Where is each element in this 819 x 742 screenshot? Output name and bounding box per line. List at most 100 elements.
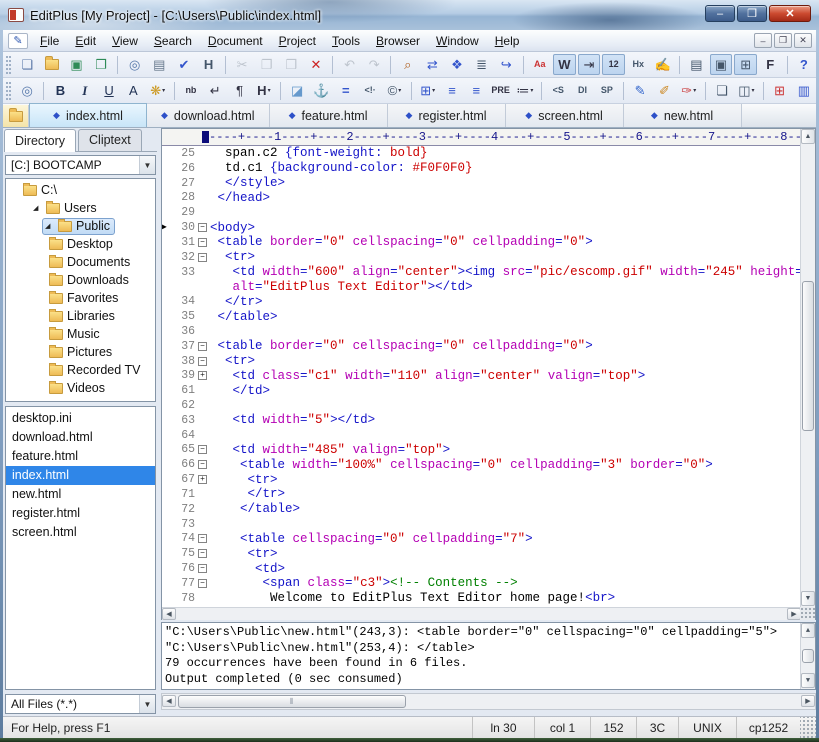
paste-button[interactable]: ❒ [280, 54, 303, 75]
color-palette-button[interactable]: ❋▾ [147, 80, 169, 101]
editor-resize-corner[interactable] [800, 607, 815, 620]
minimize-button[interactable]: – [705, 5, 735, 22]
code-line-38[interactable]: 38− <tr> [162, 354, 801, 369]
title-bar[interactable]: EditPlus [My Project] - [C:\Users\Public… [0, 0, 819, 30]
fold-toggle-icon[interactable]: + [195, 475, 210, 484]
span-tag-button[interactable]: SP [596, 80, 618, 101]
menu-file[interactable]: File [32, 31, 67, 51]
new-file-button[interactable]: ❏ [16, 54, 39, 75]
scroll-left-icon[interactable]: ◀ [162, 608, 176, 620]
code-line-74[interactable]: 74− <table cellspacing="0" cellpadding="… [162, 532, 801, 547]
code-line-73[interactable]: 73 [162, 517, 801, 532]
table-button[interactable]: ⊞▾ [417, 80, 439, 101]
hex-viewer-button[interactable]: Hx [627, 54, 650, 75]
code-line-35[interactable]: 35 </table> [162, 309, 801, 324]
code-line-64[interactable]: 64 [162, 428, 801, 443]
directory-window-button[interactable]: ▣ [710, 54, 733, 75]
code-line-29[interactable]: 29 [162, 205, 801, 220]
menu-window[interactable]: Window [428, 31, 487, 51]
strikethrough-tag-button[interactable]: <S [547, 80, 569, 101]
editor-vscroll-thumb[interactable] [802, 281, 814, 431]
tree-item-documents[interactable]: Documents [6, 253, 155, 271]
tile-windows-button[interactable]: ▥ [793, 80, 815, 101]
tree-item-c-[interactable]: C:\ [6, 181, 155, 199]
non-breaking-space-button[interactable]: nb [180, 80, 202, 101]
output-window[interactable]: "C:\Users\Public\new.html"(243,3): <tabl… [161, 622, 816, 690]
code-line-wrap[interactable]: alt="EditPlus Text Editor"></td> [162, 279, 801, 294]
menu-browser[interactable]: Browser [368, 31, 428, 51]
chevron-down-icon[interactable]: ▼ [139, 156, 155, 174]
file-item-screen-html[interactable]: screen.html [6, 523, 155, 542]
heading-button[interactable]: H▾ [253, 80, 275, 101]
document-list-button[interactable]: ≣ [470, 54, 493, 75]
menu-edit[interactable]: Edit [67, 31, 104, 51]
document-system-icon[interactable]: ✎ [8, 33, 28, 49]
fold-box[interactable]: − [198, 460, 207, 469]
file-item-register-html[interactable]: register.html [6, 504, 155, 523]
code-line-66[interactable]: 66− <table width="100%" cellspacing="0" … [162, 457, 801, 472]
mdi-restore-button[interactable]: ❐ [774, 33, 792, 48]
menu-document[interactable]: Document [200, 31, 271, 51]
output-vertical-scrollbar[interactable]: ▲ ▼ [800, 623, 815, 689]
chevron-down-icon[interactable]: ▼ [139, 695, 155, 713]
fold-toggle-icon[interactable]: − [195, 253, 210, 262]
code-line-28[interactable]: 28 </head> [162, 190, 801, 205]
code-line-63[interactable]: 63 <td width="5"></td> [162, 413, 801, 428]
fold-box[interactable]: − [198, 253, 207, 262]
fold-toggle-icon[interactable]: − [195, 445, 210, 454]
tree-item-favorites[interactable]: Favorites [6, 289, 155, 307]
fold-box[interactable]: − [198, 238, 207, 247]
panel-tab-directory[interactable]: Directory [4, 129, 76, 152]
fold-box[interactable]: + [198, 371, 207, 380]
fold-box[interactable]: − [198, 579, 207, 588]
code-line-36[interactable]: 36 [162, 324, 801, 339]
cut-button[interactable]: ✂ [231, 54, 254, 75]
drive-selector[interactable]: [C:] BOOTCAMP ▼ [5, 155, 156, 175]
align-left-button[interactable]: ≡ [441, 80, 463, 101]
syntax-colors-button[interactable]: ✑▾ [678, 80, 700, 101]
scroll-up-icon[interactable]: ▲ [801, 623, 815, 638]
spell-check-button[interactable]: ✔ [173, 54, 196, 75]
save-all-button[interactable]: ❐ [90, 54, 113, 75]
change-case-button[interactable]: Aa [528, 54, 551, 75]
fold-toggle-icon[interactable]: − [195, 357, 210, 366]
scroll-right-icon[interactable]: ▶ [787, 608, 801, 620]
menu-search[interactable]: Search [146, 31, 200, 51]
tree-item-downloads[interactable]: Downloads [6, 271, 155, 289]
find-button[interactable]: ⌕ [396, 54, 419, 75]
code-line-65[interactable]: 65− <td width="485" valign="top"> [162, 443, 801, 458]
format-painter-button[interactable]: ✐ [653, 80, 675, 101]
scroll-left-icon[interactable]: ◀ [162, 695, 176, 707]
mdi-close-button[interactable]: ✕ [794, 33, 812, 48]
tree-item-pictures[interactable]: Pictures [6, 343, 155, 361]
editor-horizontal-scrollbar[interactable]: ◀ ▶ [162, 607, 801, 620]
code-line-76[interactable]: 76− <td> [162, 561, 801, 576]
code-line-33[interactable]: 33 <td width="600" align="center"><img s… [162, 265, 801, 280]
code-line-27[interactable]: 27 </style> [162, 176, 801, 191]
fold-toggle-icon[interactable]: − [195, 223, 210, 232]
tree-item-libraries[interactable]: Libraries [6, 307, 155, 325]
file-item-feature-html[interactable]: feature.html [6, 447, 155, 466]
fold-toggle-icon[interactable]: − [195, 564, 210, 573]
browser-preview-button[interactable]: ◎ [16, 80, 38, 101]
preformatted-button[interactable]: PRE [489, 80, 511, 101]
tree-item-users[interactable]: ◢Users [6, 199, 155, 217]
menu-tools[interactable]: Tools [324, 31, 368, 51]
fold-box[interactable]: − [198, 564, 207, 573]
output-vscroll-thumb[interactable] [802, 649, 814, 663]
menu-project[interactable]: Project [271, 31, 324, 51]
code-line-75[interactable]: 75− <tr> [162, 546, 801, 561]
code-line-61[interactable]: 61 </td> [162, 383, 801, 398]
tab-screen.html[interactable]: ◆screen.html [506, 104, 624, 127]
line-numbers-button[interactable]: 12 [602, 54, 625, 75]
code-line-78[interactable]: 78 Welcome to EditPlus Text Editor home … [162, 591, 801, 606]
code-line-77[interactable]: 77− <span class="c3"><!-- Contents --> [162, 576, 801, 591]
file-item-new-html[interactable]: new.html [6, 485, 155, 504]
tree-expander-icon[interactable]: ◢ [33, 204, 42, 212]
goto-line-button[interactable]: ↪ [495, 54, 518, 75]
windows-explorer-button[interactable]: ⊞ [768, 80, 790, 101]
close-button[interactable]: ✕ [769, 5, 811, 22]
code-line-32[interactable]: 32− <tr> [162, 250, 801, 265]
scroll-down-icon[interactable]: ▼ [801, 591, 815, 606]
file-filter-selector[interactable]: All Files (*.*) ▼ [5, 694, 156, 714]
